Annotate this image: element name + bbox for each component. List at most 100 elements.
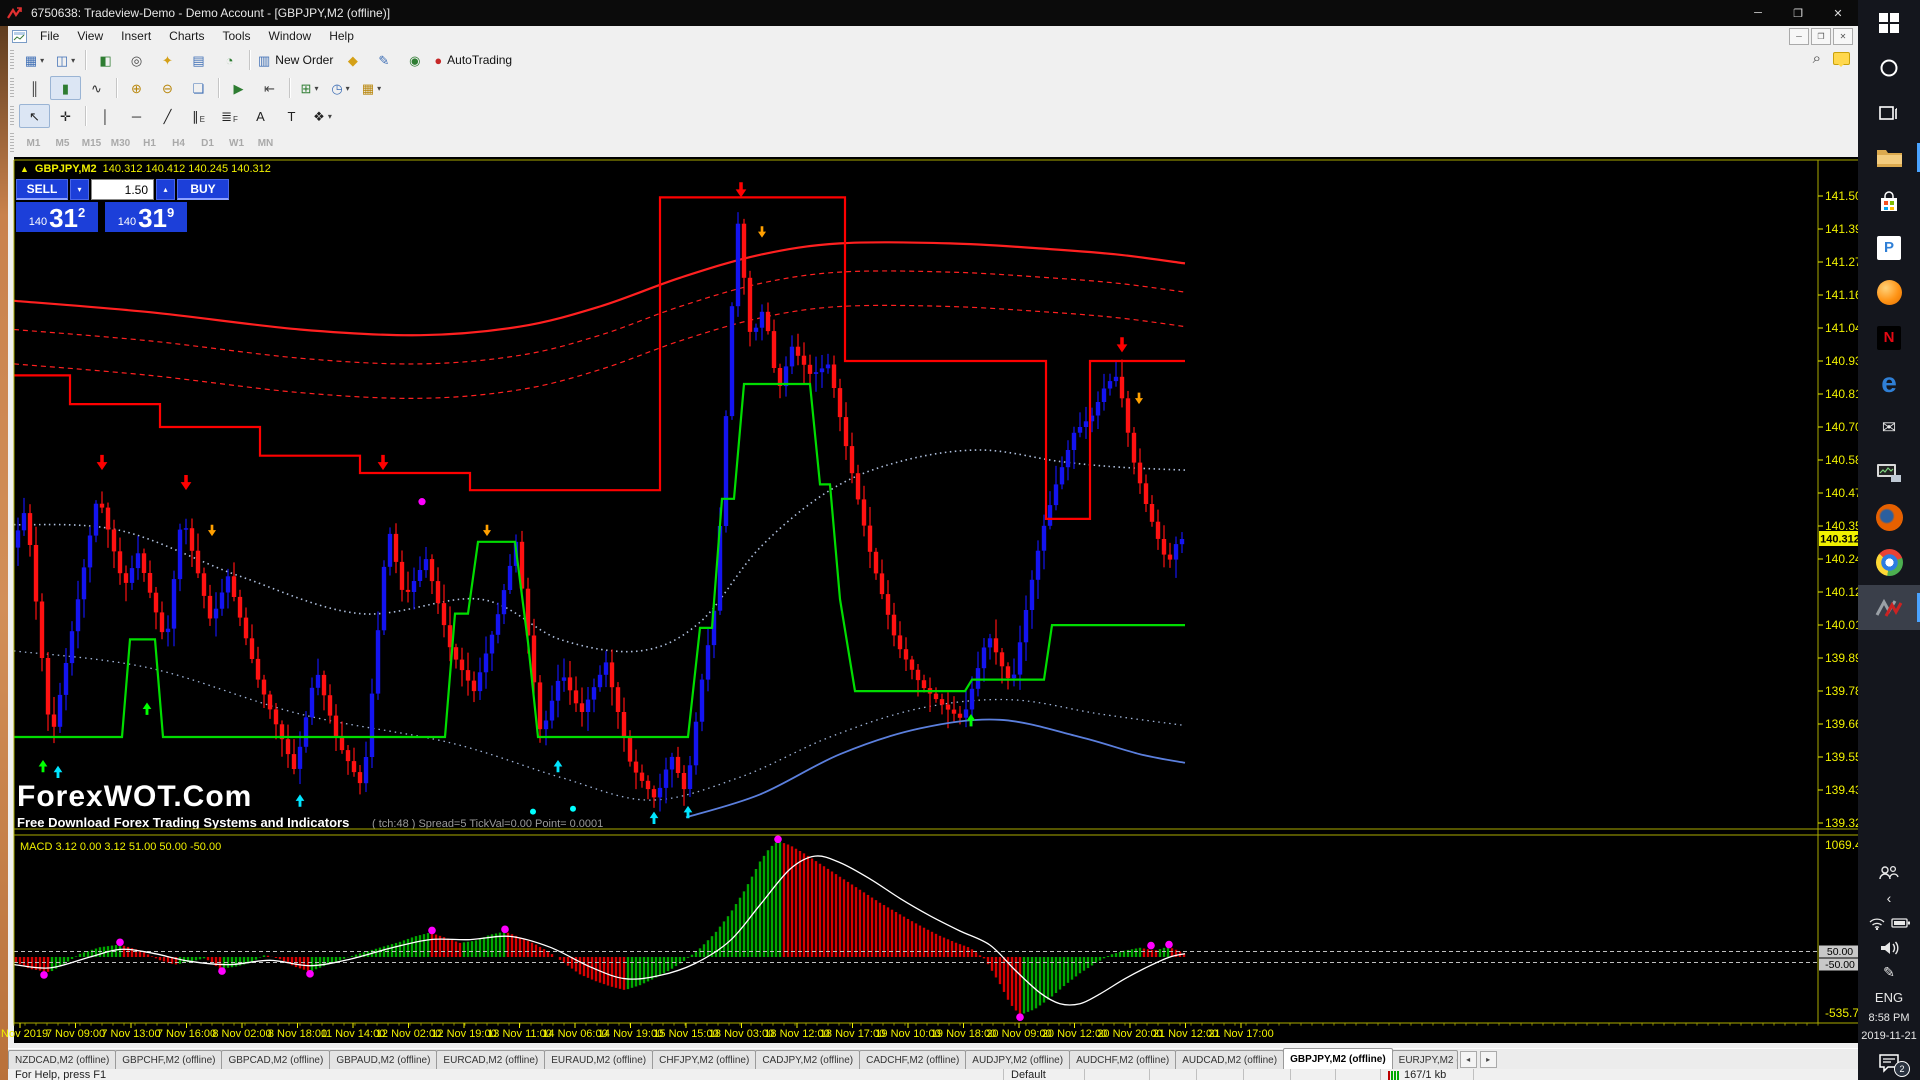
chart-tab-nzdcad[interactable]: NZDCAD,M2 (offline) <box>8 1050 116 1070</box>
text-label-button[interactable]: T <box>276 104 307 128</box>
start-button[interactable] <box>1858 0 1920 45</box>
timeframe-w1[interactable]: W1 <box>223 134 250 152</box>
timeframe-h1[interactable]: H1 <box>136 134 163 152</box>
arrows-button[interactable]: ❖▾ <box>307 104 338 128</box>
menu-tools[interactable]: Tools <box>214 27 260 45</box>
chart-surface[interactable] <box>14 157 1862 1043</box>
fibonacci-button[interactable]: ≣F <box>214 104 245 128</box>
lot-size-input[interactable]: 1.50 <box>91 179 154 200</box>
chevron-down-icon[interactable]: ▾ <box>71 56 75 65</box>
chevron-down-icon[interactable]: ▾ <box>40 56 44 65</box>
autotrading-button[interactable]: ●AutoTrading <box>430 48 516 72</box>
microsoft-store-icon[interactable] <box>1858 180 1920 225</box>
chart-shift-button[interactable]: ⇤ <box>254 76 285 100</box>
crosshair-button[interactable]: ✛ <box>50 104 81 128</box>
toolbar-grip[interactable] <box>10 78 14 98</box>
search-icon[interactable]: ⌕ <box>1813 50 1821 67</box>
zoom-in-button[interactable]: ⊕ <box>121 76 152 100</box>
chart-tab-audjpy[interactable]: AUDJPY,M2 (offline) <box>965 1050 1070 1070</box>
candlestick-chart-button[interactable]: ▮ <box>50 76 81 100</box>
templates-button[interactable]: ▦▾ <box>356 76 387 100</box>
network-battery[interactable] <box>1858 910 1920 935</box>
market-watch-button[interactable]: ◧ <box>90 48 121 72</box>
chat-icon[interactable] <box>1833 52 1850 65</box>
chart-tab-gbpaud[interactable]: GBPAUD,M2 (offline) <box>329 1050 437 1070</box>
bar-chart-button[interactable]: ║ <box>19 76 50 100</box>
timeframe-h4[interactable]: H4 <box>165 134 192 152</box>
menu-charts[interactable]: Charts <box>160 27 213 45</box>
search-button[interactable] <box>1858 45 1920 90</box>
indicators-button[interactable]: ◆ <box>337 48 368 72</box>
navigator-button[interactable]: ✦ <box>152 48 183 72</box>
toolbar-grip[interactable] <box>10 133 14 153</box>
lot-decrease-button[interactable]: ▾ <box>70 179 89 200</box>
firefox-icon[interactable] <box>1858 495 1920 540</box>
timeframe-m5[interactable]: M5 <box>49 134 76 152</box>
line-chart-button[interactable]: ∿ <box>81 76 112 100</box>
chevron-down-icon[interactable]: ▾ <box>328 112 332 121</box>
chevron-down-icon[interactable]: ▾ <box>314 84 318 93</box>
hidden-icons-chevron[interactable]: ‹ <box>1858 885 1920 910</box>
menu-insert[interactable]: Insert <box>112 27 160 45</box>
auto-scroll-button[interactable]: ▶ <box>223 76 254 100</box>
cemu-icon[interactable] <box>1858 270 1920 315</box>
vertical-line-button[interactable]: │ <box>90 104 121 128</box>
action-center-button[interactable]: 2 <box>1858 1044 1920 1080</box>
periods-button[interactable]: ◷▾ <box>325 76 356 100</box>
strategy-tester-button[interactable]: ◔ <box>214 48 245 72</box>
chevron-down-icon[interactable]: ▾ <box>377 84 381 93</box>
maximize-button[interactable]: ❐ <box>1778 0 1818 26</box>
text-button[interactable]: A <box>245 104 276 128</box>
tab-scroll-left-button[interactable]: ◂ <box>1460 1051 1477 1068</box>
chart-tab-cadchf[interactable]: CADCHF,M2 (offline) <box>859 1050 966 1070</box>
chart-tab-euraud[interactable]: EURAUD,M2 (offline) <box>544 1050 653 1070</box>
mdi-minimize-button[interactable]: ─ <box>1789 28 1809 45</box>
toolbar-grip[interactable] <box>10 106 14 126</box>
horizontal-line-button[interactable]: ─ <box>121 104 152 128</box>
chart-tab-eurjpy[interactable]: EURJPY,M2 (offli <box>1392 1050 1458 1070</box>
add-indicator-button[interactable]: ⊞▾ <box>294 76 325 100</box>
edge-icon[interactable]: e <box>1858 360 1920 405</box>
chevron-down-icon[interactable]: ▾ <box>346 84 350 93</box>
menu-window[interactable]: Window <box>260 27 321 45</box>
tab-scroll-right-button[interactable]: ▸ <box>1480 1051 1497 1068</box>
chart-tab-gbpchf[interactable]: GBPCHF,M2 (offline) <box>115 1050 222 1070</box>
toolbar-grip[interactable] <box>10 50 14 70</box>
timeframe-m30[interactable]: M30 <box>107 134 134 152</box>
pen-icon[interactable]: ✎ <box>1858 960 1920 985</box>
sell-button[interactable]: SELL <box>16 179 68 200</box>
perfmon-icon[interactable] <box>1858 450 1920 495</box>
lot-increase-button[interactable]: ▴ <box>156 179 175 200</box>
chart-tab-chfjpy[interactable]: CHFJPY,M2 (offline) <box>652 1050 756 1070</box>
mail-icon[interactable]: ✉ <box>1858 405 1920 450</box>
new-order-button[interactable]: ▥New Order <box>254 48 337 72</box>
timeframe-m1[interactable]: M1 <box>20 134 47 152</box>
minimize-button[interactable]: ─ <box>1738 0 1778 26</box>
chart-tab-audchf[interactable]: AUDCHF,M2 (offline) <box>1069 1050 1176 1070</box>
mt4-taskbar-icon[interactable] <box>1858 585 1920 630</box>
timeframe-mn[interactable]: MN <box>252 134 279 152</box>
taskbar-clock[interactable]: 8:58 PM2019-11-21 <box>1858 1010 1920 1044</box>
menu-file[interactable]: File <box>31 27 68 45</box>
chart-tab-cadjpy[interactable]: CADJPY,M2 (offline) <box>755 1050 860 1070</box>
chart-tab-gbpjpy[interactable]: GBPJPY,M2 (offline) <box>1283 1048 1393 1070</box>
language-indicator[interactable]: ENG <box>1858 985 1920 1010</box>
cursor-button[interactable]: ↖ <box>19 104 50 128</box>
sound-button[interactable]: ◉ <box>399 48 430 72</box>
paintdotnet-icon[interactable]: P <box>1858 225 1920 270</box>
tile-windows-button[interactable]: ❏ <box>183 76 214 100</box>
status-profile[interactable]: Default <box>1004 1069 1085 1080</box>
menu-view[interactable]: View <box>68 27 112 45</box>
file-explorer-icon[interactable] <box>1858 135 1920 180</box>
metaeditor-button[interactable]: ✎ <box>368 48 399 72</box>
timeframe-d1[interactable]: D1 <box>194 134 221 152</box>
zoom-out-button[interactable]: ⊖ <box>152 76 183 100</box>
trendline-button[interactable]: ╱ <box>152 104 183 128</box>
equidistant-channel-button[interactable]: ∥E <box>183 104 214 128</box>
chart-tab-gbpcad[interactable]: GBPCAD,M2 (offline) <box>221 1050 330 1070</box>
menu-help[interactable]: Help <box>320 27 363 45</box>
netflix-icon[interactable]: N <box>1858 315 1920 360</box>
buy-button[interactable]: BUY <box>177 179 229 200</box>
buy-price-display[interactable]: 140 31 9 <box>105 202 187 232</box>
terminal-button[interactable]: ▤ <box>183 48 214 72</box>
